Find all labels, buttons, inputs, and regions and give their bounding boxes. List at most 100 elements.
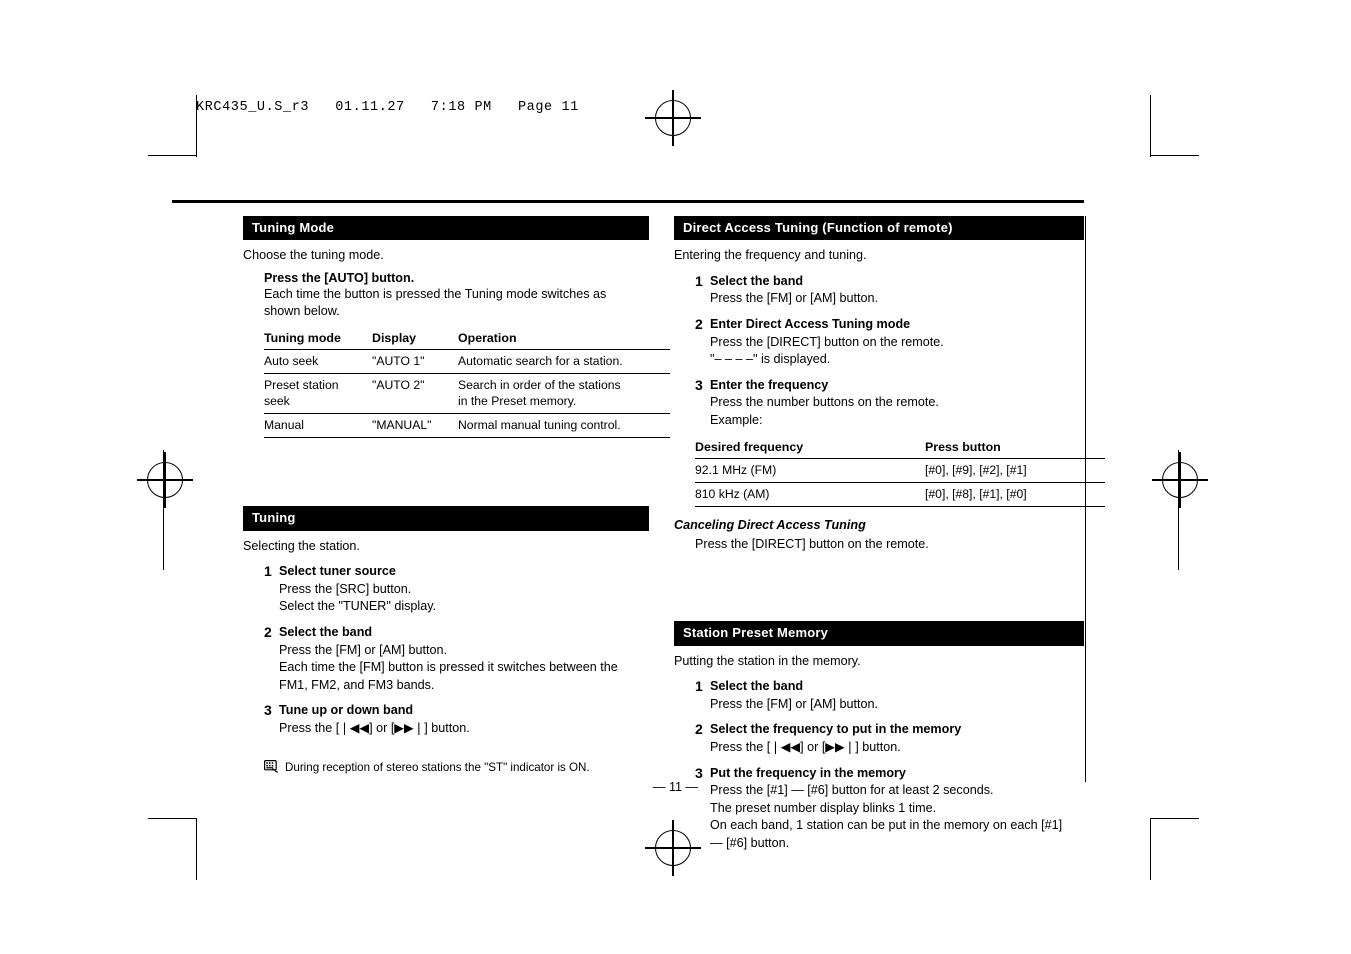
- crop-mark-top-left-horizontal: [148, 155, 196, 157]
- step-title: Tune up or down band: [279, 703, 414, 718]
- tuning-mode-instruction: Press the [AUTO] button. Each time the b…: [264, 270, 649, 320]
- step-line: On each band, 1 station can be put in th…: [710, 818, 1063, 833]
- tuning-mode-table: Tuning mode Display Operation Auto seek …: [264, 328, 670, 439]
- table-header-row: Tuning mode Display Operation: [264, 328, 670, 350]
- tuning-intro: Selecting the station.: [243, 538, 360, 553]
- registration-mark-top: [645, 90, 701, 146]
- cell-mode: Preset station seek: [264, 373, 372, 415]
- tuning-mode-instruction-line2: shown below.: [264, 303, 340, 318]
- step-item: 2 Select the frequency to put in the mem…: [695, 721, 1084, 755]
- cell-press-button: [#0], [#8], [#1], [#0]: [925, 482, 1105, 508]
- cell-operation: Normal manual tuning control.: [458, 413, 670, 439]
- col-header-desired-frequency: Desired frequency: [695, 437, 925, 460]
- step-item: 2 Select the band Press the [FM] or [AM]…: [264, 624, 649, 693]
- step-line: Press the [❘◀◀] or [▶▶❘] button.: [710, 740, 901, 755]
- cell-operation: Search in order of the stations in the P…: [458, 373, 670, 415]
- step-item: 1 Select the band Press the [FM] or [AM]…: [695, 273, 1084, 307]
- step-number: 2: [695, 721, 703, 738]
- cell-desired-frequency: 810 kHz (AM): [695, 482, 925, 508]
- cell-mode-line1: Preset station: [264, 378, 339, 393]
- step-title: Select the band: [279, 624, 373, 639]
- step-line: Press the [FM] or [AM] button.: [710, 291, 878, 306]
- step-title: Enter Direct Access Tuning mode: [710, 316, 911, 331]
- cell-mode-line2: seek: [264, 394, 290, 409]
- section-heading-tuning-mode: Tuning Mode: [243, 216, 649, 241]
- step-number: 2: [695, 315, 703, 332]
- step-number: 1: [695, 272, 703, 289]
- col-header-operation: Operation: [458, 328, 670, 350]
- cell-press-button: [#0], [#9], [#2], [#1]: [925, 458, 1105, 484]
- cell-display: "AUTO 2": [372, 373, 458, 415]
- step-item: 1 Select tuner source Press the [SRC] bu…: [264, 563, 649, 615]
- step-line: Press the [FM] or [AM] button.: [279, 642, 447, 657]
- tuning-mode-instruction-bold: Press the [AUTO] button.: [264, 270, 415, 285]
- step-line: Select the "TUNER" display.: [279, 599, 437, 614]
- step-title: Select the band: [710, 679, 804, 694]
- table-row: 92.1 MHz (FM) [#0], [#9], [#2], [#1]: [695, 458, 1105, 484]
- step-item: 2 Enter Direct Access Tuning mode Press …: [695, 316, 1084, 368]
- page-folio: — 11 —: [652, 780, 699, 794]
- right-column: Direct Access Tuning (Function of remote…: [674, 216, 1105, 852]
- step-title: Select tuner source: [279, 564, 396, 579]
- step-title: Put the frequency in the memory: [710, 765, 906, 780]
- step-number: 3: [264, 702, 272, 719]
- cell-mode: Auto seek: [264, 349, 372, 375]
- note-keypad-icon: [264, 759, 279, 773]
- crop-mark-bottom-right-horizontal: [1151, 818, 1199, 820]
- step-number: 2: [264, 623, 272, 640]
- step-title: Select the band: [710, 273, 804, 288]
- step-line: Press the number buttons on the remote.: [710, 395, 939, 410]
- step-number: 3: [695, 764, 703, 781]
- cell-operation-line2: in the Preset memory.: [458, 394, 577, 409]
- station-preset-steps: 1 Select the band Press the [FM] or [AM]…: [695, 678, 1084, 851]
- crop-mark-bottom-left-vertical: [196, 818, 198, 880]
- table-row: Preset station seek "AUTO 2" Search in o…: [264, 373, 670, 415]
- col-header-tuning-mode: Tuning mode: [264, 328, 372, 350]
- step-item: 3 Put the frequency in the memory Press …: [695, 765, 1084, 852]
- registration-mark-right: [1152, 452, 1208, 508]
- cell-mode: Manual: [264, 413, 372, 439]
- canceling-direct-access-line: Press the [DIRECT] button on the remote.: [695, 536, 929, 551]
- step-title: Enter the frequency: [710, 377, 829, 392]
- crop-mark-top-right-vertical: [1150, 95, 1152, 157]
- step-line: Press the [❘◀◀] or [▶▶❘] button.: [279, 720, 470, 735]
- left-column: Tuning Mode Choose the tuning mode. Pres…: [243, 216, 670, 775]
- step-line: — [#6] button.: [710, 836, 790, 851]
- direct-access-example-table: Desired frequency Press button 92.1 MHz …: [695, 437, 1105, 508]
- direct-access-steps: 1 Select the band Press the [FM] or [AM]…: [695, 273, 1084, 429]
- step-item: 1 Select the band Press the [FM] or [AM]…: [695, 678, 1084, 712]
- crop-mark-bottom-left-horizontal: [148, 818, 196, 820]
- table-header-row: Desired frequency Press button: [695, 437, 1105, 460]
- step-line: Press the [DIRECT] button on the remote.: [710, 334, 944, 349]
- step-title: Select the frequency to put in the memor…: [710, 722, 962, 737]
- step-line: Press the [FM] or [AM] button.: [710, 696, 878, 711]
- cell-desired-frequency: 92.1 MHz (FM): [695, 458, 925, 484]
- step-number: 1: [264, 563, 272, 580]
- step-line: The preset number display blinks 1 time.: [710, 800, 937, 815]
- step-item: 3 Enter the frequency Press the number b…: [695, 377, 1084, 429]
- station-preset-intro: Putting the station in the memory.: [674, 653, 861, 668]
- page-top-rule: [172, 200, 1084, 203]
- tuning-mode-instruction-line1: Each time the button is pressed the Tuni…: [264, 287, 607, 302]
- table-row: Auto seek "AUTO 1" Automatic search for …: [264, 349, 670, 375]
- cell-operation: Automatic search for a station.: [458, 349, 670, 375]
- step-line: FM1, FM2, and FM3 bands.: [279, 677, 435, 692]
- step-number: 1: [695, 678, 703, 695]
- cell-display: "AUTO 1": [372, 349, 458, 375]
- section-heading-direct-access-tuning: Direct Access Tuning (Function of remote…: [674, 216, 1084, 241]
- step-line: Press the [SRC] button.: [279, 581, 412, 596]
- film-header-text: KRC435_U.S_r3 01.11.27 7:18 PM Page 11: [196, 100, 579, 115]
- step-line: Example:: [710, 413, 763, 428]
- col-header-display: Display: [372, 328, 458, 350]
- direct-access-intro: Entering the frequency and tuning.: [674, 248, 867, 263]
- stereo-indicator-note: During reception of stereo stations the …: [264, 759, 649, 775]
- crop-mark-top-right-horizontal: [1151, 155, 1199, 157]
- canceling-direct-access-heading: Canceling Direct Access Tuning: [674, 518, 866, 533]
- section-heading-station-preset-memory: Station Preset Memory: [674, 621, 1084, 646]
- note-text: During reception of stereo stations the …: [285, 760, 590, 774]
- tuning-steps: 1 Select tuner source Press the [SRC] bu…: [264, 563, 649, 736]
- step-line: "– – – –" is displayed.: [710, 352, 831, 367]
- crop-mark-bottom-right-vertical: [1150, 818, 1152, 880]
- cell-display: "MANUAL": [372, 413, 458, 439]
- table-row: Manual "MANUAL" Normal manual tuning con…: [264, 413, 670, 439]
